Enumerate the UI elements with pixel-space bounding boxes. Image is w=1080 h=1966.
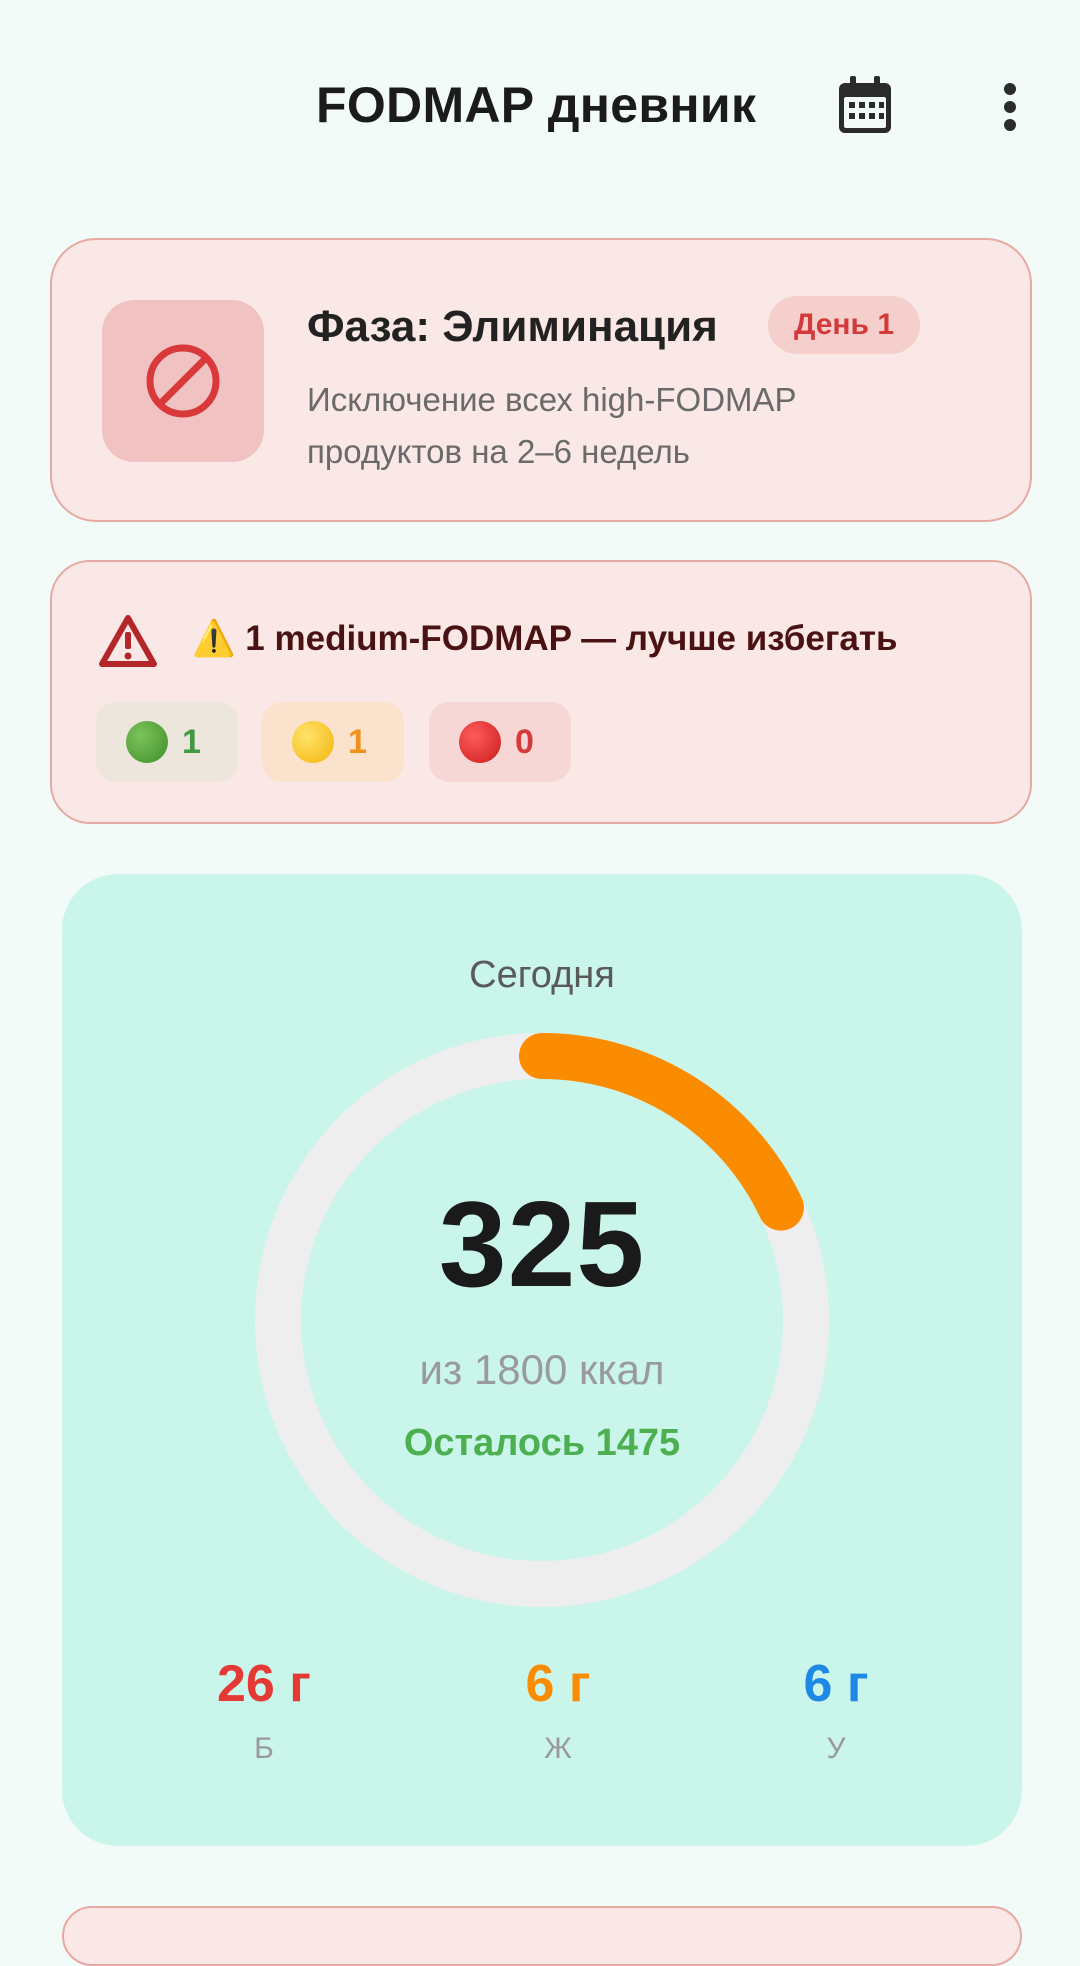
macro-protein-value: 26 г (217, 1655, 311, 1713)
more-options-button[interactable] (990, 78, 1030, 136)
yellow-count: 1 (348, 722, 367, 761)
macro-fat: 6 г Ж (458, 1654, 658, 1766)
red-count-chip: 0 (429, 702, 571, 782)
app-header: FODMAP дневник (0, 0, 1080, 190)
day-badge: День 1 (768, 296, 921, 354)
more-vert-icon (1004, 83, 1016, 131)
today-calories-card[interactable]: Сегодня 325 из 1800 ккал Осталось 1475 2… (62, 874, 1022, 1846)
calories-remaining: Осталось 1475 (403, 1422, 681, 1464)
green-count-chip: 1 (96, 702, 238, 782)
calorie-progress-ring (255, 1033, 829, 1607)
green-count: 1 (182, 722, 201, 761)
block-icon (146, 344, 220, 418)
macro-carbs: 6 г У (736, 1654, 936, 1766)
macro-protein-label: Б (254, 1732, 274, 1765)
macro-carbs-label: У (826, 1732, 846, 1765)
today-label: Сегодня (469, 954, 615, 996)
phase-description: Исключение всех high-FODMAP продуктов на… (307, 381, 796, 470)
phase-title: Фаза: Элиминация (307, 302, 718, 351)
macro-fat-label: Ж (544, 1732, 572, 1765)
green-circle-icon (126, 721, 168, 763)
warning-text: ⚠️ 1 medium-FODMAP — лучше избегать (192, 619, 898, 658)
page-title: FODMAP дневник (316, 77, 757, 133)
red-count: 0 (515, 722, 534, 761)
fodmap-warning-card[interactable]: ⚠️ 1 medium-FODMAP — лучше избегать 1 1 … (50, 560, 1032, 824)
calories-consumed: 325 (438, 1176, 646, 1312)
calories-goal: из 1800 ккал (419, 1346, 665, 1393)
yellow-circle-icon (292, 721, 334, 763)
yellow-count-chip: 1 (262, 702, 404, 782)
phase-card[interactable]: Фаза: Элиминация День 1 Исключение всех … (50, 238, 1032, 522)
warning-triangle-icon (99, 615, 157, 667)
calendar-button[interactable] (836, 74, 894, 136)
macro-protein: 26 г Б (164, 1654, 364, 1766)
macro-carbs-value: 6 г (803, 1655, 869, 1713)
calendar-icon (839, 76, 891, 133)
next-card-partial (62, 1906, 1022, 1966)
macro-fat-value: 6 г (525, 1655, 591, 1713)
phase-icon-box (102, 300, 264, 462)
red-circle-icon (459, 721, 501, 763)
